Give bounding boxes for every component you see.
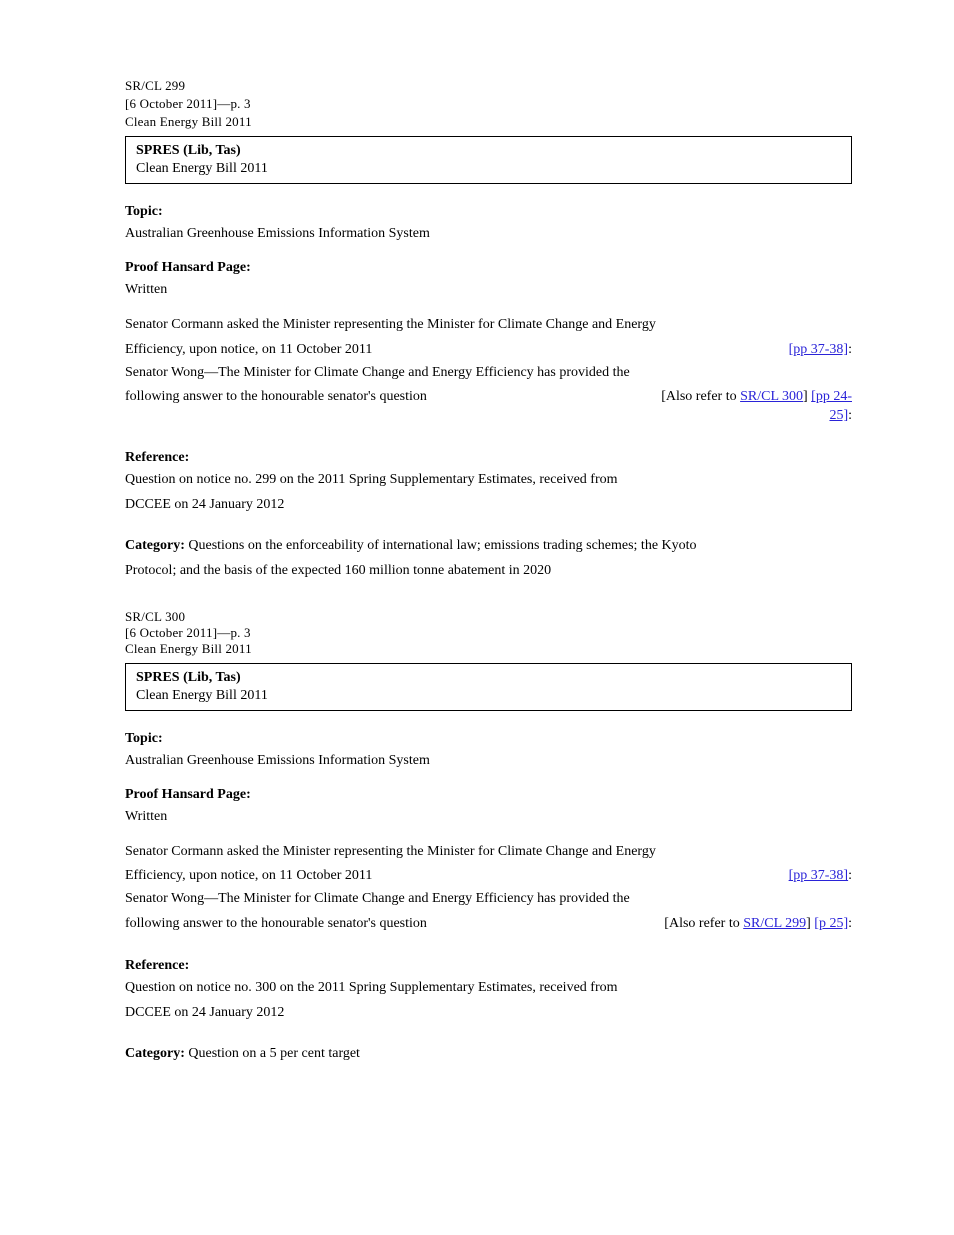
item2-asked-suffix: :: [848, 868, 852, 883]
item1-cat-label: Category:: [125, 538, 188, 553]
item1-proof-label: Proof Hansard Page:: [125, 260, 852, 276]
item2-asked-line2: Efficiency, upon notice, on 11 October 2…: [125, 867, 852, 886]
item2-category: Category: Question on a 5 per cent targe…: [125, 1045, 852, 1064]
item1-topic-value: Australian Greenhouse Emissions Informat…: [125, 225, 852, 244]
item2-answer-rest: following answer to the honourable senat…: [125, 916, 427, 931]
item2-header: SR/CL 300 [6 October 2011]—p. 3 Clean En…: [125, 609, 852, 657]
item1-cat-value2: Protocol; and the basis of the expected …: [125, 562, 852, 581]
item2-asked-prefix: Senator Cormann asked the Minister repre…: [125, 844, 656, 859]
item1-box-title: SPRES (Lib, Tas): [136, 143, 841, 159]
item2-answer-suffix: :: [848, 916, 852, 931]
header-date-page: [6 October 2011]—p. 3: [125, 96, 852, 112]
item1-proof-value: Written: [125, 281, 852, 300]
item2-answer-prefix: Senator Wong—The Minister for Climate Ch…: [125, 891, 630, 906]
item1-answer-pages-link1[interactable]: [pp 24-: [811, 389, 852, 404]
item2-cat-label: Category:: [125, 1046, 188, 1061]
item2-answer-pages-link[interactable]: [p 25]: [814, 916, 848, 931]
item1-answer-prefix: Senator Wong—The Minister for Climate Ch…: [125, 365, 630, 380]
item1-answer-line2: following answer to the honourable senat…: [125, 388, 852, 407]
item1-ref-value2: DCCEE on 24 January 2012: [125, 496, 852, 515]
item2-asked-pages-link[interactable]: [pp 37-38]: [789, 868, 849, 883]
item1-asked-prefix: Senator Cormann asked the Minister repre…: [125, 317, 656, 332]
item2-ref-label: Reference:: [125, 958, 852, 974]
item2-cat-value: Question on a 5 per cent target: [188, 1046, 360, 1061]
item2-ref-value: Question on notice no. 300 on the 2011 S…: [125, 979, 852, 998]
item2-topic-label: Topic:: [125, 731, 852, 747]
item1-answer-suffix: :: [848, 408, 852, 423]
header-bill: Clean Energy Bill 2011: [125, 114, 852, 130]
item2-asked: Senator Cormann asked the Minister repre…: [125, 843, 852, 862]
item1-box: SPRES (Lib, Tas) Clean Energy Bill 2011: [125, 136, 852, 184]
item1-asked-pages-link[interactable]: [pp 37-38]: [789, 342, 849, 357]
item1-asked-suffix: :: [848, 342, 852, 357]
page-header: SR/CL 299 [6 October 2011]—p. 3 Clean En…: [125, 78, 852, 130]
item1-srcl-link[interactable]: SR/CL 300: [740, 389, 803, 404]
item1-asked-line2: Efficiency, upon notice, on 11 October 2…: [125, 341, 852, 360]
item2-answer: Senator Wong—The Minister for Climate Ch…: [125, 890, 852, 909]
item2-srcl-link[interactable]: SR/CL 299: [743, 916, 806, 931]
item1-answer-pages-link2[interactable]: 25]: [829, 408, 848, 423]
item2-answer-line2: following answer to the honourable senat…: [125, 915, 852, 934]
item2-proof-value: Written: [125, 808, 852, 827]
item2-asked-rest: Efficiency, upon notice, on 11 October 2…: [125, 868, 372, 883]
item1-answer: Senator Wong—The Minister for Climate Ch…: [125, 364, 852, 383]
item2-box: SPRES (Lib, Tas) Clean Energy Bill 2011: [125, 663, 852, 711]
item1-ref-value: Question on notice no. 299 on the 2011 S…: [125, 471, 852, 490]
item2-proof-label: Proof Hansard Page:: [125, 787, 852, 803]
item1-category: Category: Questions on the enforceabilit…: [125, 537, 852, 556]
item1-asked-rest: Efficiency, upon notice, on 11 October 2…: [125, 342, 372, 357]
item1-topic-label: Topic:: [125, 204, 852, 220]
item2-ref-value2: DCCEE on 24 January 2012: [125, 1004, 852, 1023]
item1-answer-line3: 25]:: [125, 407, 852, 426]
item1-ref-label: Reference:: [125, 450, 852, 466]
item1-also-refer-prefix: [Also refer to: [661, 389, 740, 404]
item1-answer-rest: following answer to the honourable senat…: [125, 389, 427, 404]
item2-box-subtitle: Clean Energy Bill 2011: [136, 688, 841, 704]
header-id: SR/CL 299: [125, 78, 852, 94]
item1-box-subtitle: Clean Energy Bill 2011: [136, 161, 841, 177]
item2-topic-value: Australian Greenhouse Emissions Informat…: [125, 752, 852, 771]
item2-box-title: SPRES (Lib, Tas): [136, 670, 841, 686]
item2-also-refer-prefix: [Also refer to: [664, 916, 743, 931]
item1-asked: Senator Cormann asked the Minister repre…: [125, 316, 852, 335]
item1-also-refer-mid: ]: [803, 389, 811, 404]
item1-cat-value: Questions on the enforceability of inter…: [188, 538, 696, 553]
